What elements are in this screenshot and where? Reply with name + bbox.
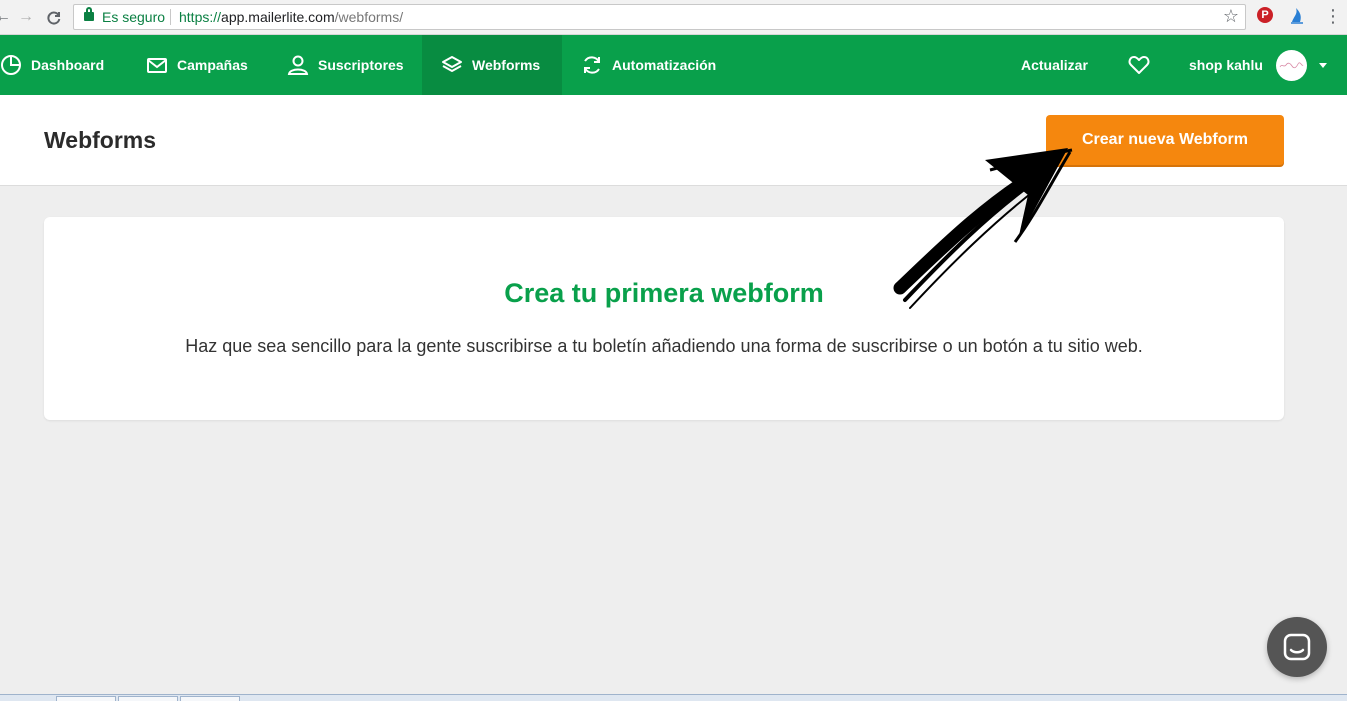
os-taskbar bbox=[0, 694, 1347, 701]
update-link[interactable]: Actualizar bbox=[1021, 35, 1088, 95]
nav-item-label: Campañas bbox=[177, 57, 248, 73]
back-icon[interactable]: ← bbox=[0, 6, 14, 28]
url-scheme: https:// bbox=[179, 9, 222, 25]
chevron-down-icon[interactable] bbox=[1319, 63, 1327, 68]
nav-item-label: Suscriptores bbox=[318, 57, 404, 73]
omnibox-divider bbox=[170, 9, 171, 25]
url-path: /webforms/ bbox=[334, 9, 404, 25]
url-text[interactable]: https://app.mailerlite.com/webforms/ bbox=[179, 9, 403, 25]
extension-icon[interactable] bbox=[1290, 6, 1304, 24]
page-header: Webforms Crear nueva Webform bbox=[0, 95, 1347, 186]
page-title: Webforms bbox=[44, 127, 157, 153]
empty-state-description: Haz que sea sencillo para la gente suscr… bbox=[185, 336, 1143, 356]
nav-item-campaigns[interactable]: Campañas bbox=[146, 35, 248, 95]
nav-item-label: Automatización bbox=[612, 57, 717, 73]
avatar-logo-icon bbox=[1279, 62, 1304, 69]
url-host: app.mailerlite.com bbox=[221, 9, 335, 25]
address-bar[interactable]: Es seguro https://app.mailerlite.com/web… bbox=[73, 4, 1246, 30]
main-navigation: Dashboard Campañas Suscriptores Webforms… bbox=[0, 35, 1347, 95]
pinterest-icon[interactable]: P bbox=[1257, 7, 1273, 23]
user-icon bbox=[287, 55, 309, 75]
chat-icon bbox=[1283, 633, 1311, 661]
nav-item-label: Webforms bbox=[472, 57, 541, 73]
nav-item-webforms[interactable]: Webforms bbox=[422, 35, 562, 95]
forward-icon[interactable]: → bbox=[15, 6, 37, 28]
avatar[interactable] bbox=[1276, 50, 1307, 81]
empty-state-title: Crea tu primera webform bbox=[504, 278, 824, 308]
nav-item-subscribers[interactable]: Suscriptores bbox=[287, 35, 404, 95]
empty-state-card: Crea tu primera webform Haz que sea senc… bbox=[44, 217, 1284, 420]
taskbar-item[interactable] bbox=[56, 696, 116, 701]
clock-pie-icon bbox=[1, 55, 21, 75]
create-webform-button[interactable]: Crear nueva Webform bbox=[1046, 115, 1284, 165]
nav-item-label: Dashboard bbox=[31, 57, 105, 73]
lock-icon bbox=[84, 7, 94, 21]
reload-icon[interactable] bbox=[43, 6, 65, 28]
menu-dots-icon[interactable]: ⋮ bbox=[1324, 5, 1342, 27]
refresh-icon bbox=[584, 56, 600, 74]
nav-item-dashboard[interactable]: Dashboard bbox=[0, 35, 104, 95]
arrow-annotation-icon bbox=[893, 148, 1073, 309]
layers-icon bbox=[442, 56, 462, 72]
star-icon[interactable]: ☆ bbox=[1223, 6, 1239, 27]
heart-icon[interactable] bbox=[1128, 54, 1150, 76]
chat-launcher-button[interactable] bbox=[1267, 617, 1327, 677]
secure-label: Es seguro bbox=[102, 9, 166, 25]
browser-toolbar: ← → Es seguro https://app.mailerlite.com… bbox=[0, 0, 1347, 35]
envelope-icon bbox=[147, 58, 167, 73]
account-name[interactable]: shop kahlu bbox=[1189, 35, 1263, 95]
nav-item-automation[interactable]: Automatización bbox=[581, 35, 716, 95]
taskbar-item[interactable] bbox=[180, 696, 240, 701]
taskbar-item[interactable] bbox=[118, 696, 178, 701]
